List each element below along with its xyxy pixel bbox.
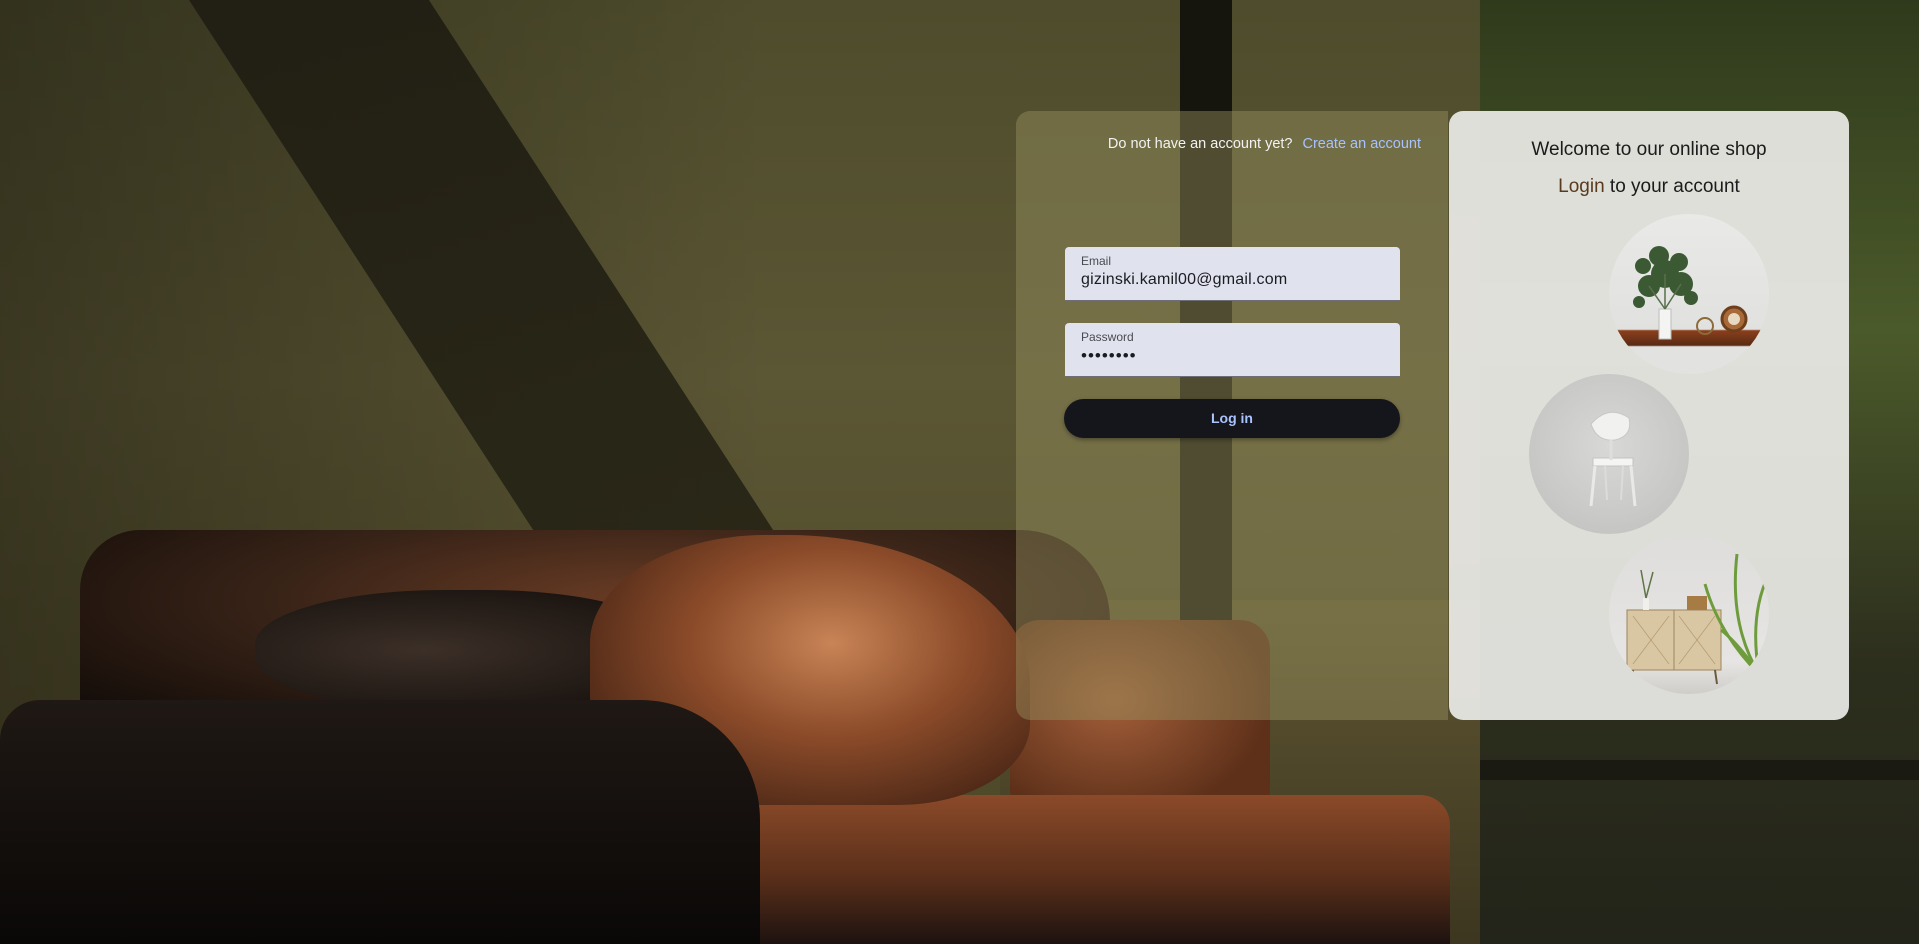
password-value[interactable]: •••••••• — [1081, 346, 1384, 366]
window-sill — [1480, 760, 1919, 780]
welcome-subtitle: Login to your account — [1449, 176, 1849, 198]
welcome-subtitle-rest: to your account — [1604, 176, 1740, 197]
signup-prompt-row: Do not have an account yet? Create an acc… — [1016, 136, 1421, 152]
email-field[interactable]: Email gizinski.kamil00@gmail.com — [1065, 247, 1400, 301]
password-label: Password — [1081, 330, 1134, 344]
create-account-link[interactable]: Create an account — [1303, 136, 1422, 152]
login-button[interactable]: Log in — [1064, 399, 1400, 438]
email-value[interactable]: gizinski.kamil00@gmail.com — [1081, 271, 1384, 289]
sofa-arm — [0, 700, 760, 944]
welcome-subtitle-accent: Login — [1558, 176, 1605, 197]
sofa-seat — [740, 795, 1450, 944]
plant-vase-image — [1609, 214, 1769, 374]
welcome-card: Welcome to our online shop Login to your… — [1449, 111, 1849, 720]
email-label: Email — [1081, 254, 1112, 268]
signup-prompt-text: Do not have an account yet? — [1107, 136, 1293, 152]
sideboard-image — [1609, 534, 1769, 694]
password-field[interactable]: Password •••••••• — [1065, 323, 1400, 377]
welcome-title: Welcome to our online shop — [1531, 139, 1767, 160]
chair-image — [1529, 374, 1689, 534]
